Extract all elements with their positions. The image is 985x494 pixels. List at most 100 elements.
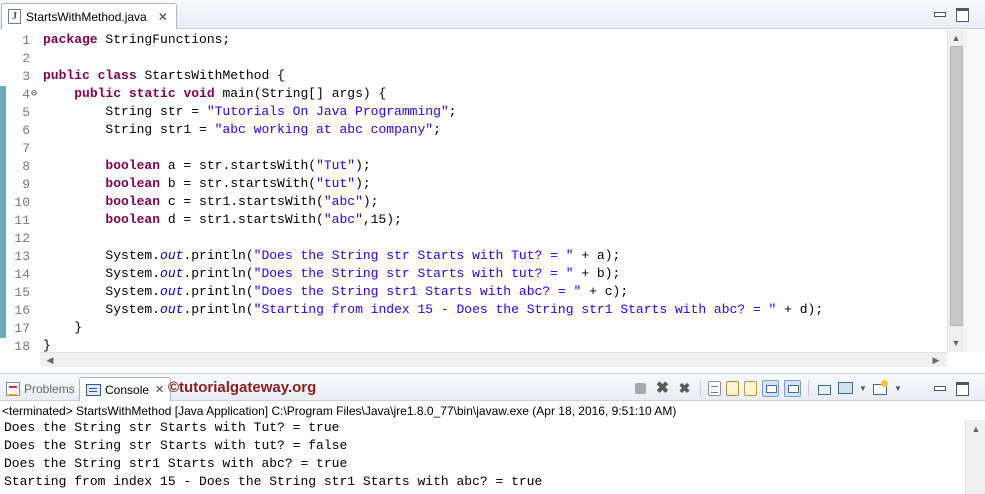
code-line[interactable]: System.out.println("Starting from index …	[43, 302, 823, 320]
code-editor[interactable]: 1 2 3 4 ⊖ 5 6 7 8 9 10 11 12 13 14 15 16 17 18 package Str…	[0, 30, 985, 367]
scroll-lock-button[interactable]	[726, 380, 739, 396]
open-console-button[interactable]	[872, 379, 889, 397]
overview-ruler[interactable]	[966, 30, 985, 352]
string-literal-token: "Does the String str1 Starts with abc? =…	[253, 284, 582, 299]
line-number: 6	[22, 123, 30, 138]
editor-maximize-button[interactable]	[955, 6, 969, 22]
scroll-left-arrow-icon[interactable]: ◀	[42, 353, 58, 367]
code-token: StringFunctions;	[97, 32, 231, 47]
scroll-up-arrow-icon[interactable]: ▲	[968, 422, 984, 436]
watermark-brand: ©tutorialgateway.org	[168, 379, 317, 396]
code-token: StartsWithMethod {	[136, 68, 285, 83]
chevron-down-icon[interactable]: ▼	[894, 380, 902, 397]
code-line[interactable]: System.out.println("Does the String str …	[43, 266, 620, 284]
console-minimize-button[interactable]	[932, 380, 946, 394]
line-number: 10	[14, 195, 30, 210]
code-token: ;	[448, 104, 457, 119]
code-line[interactable]: public class StartsWithMethod {	[43, 68, 285, 86]
line-number-ruler: 1 2 3 4 ⊖ 5 6 7 8 9 10 11 12 13 14 15 16 17 18	[0, 30, 41, 354]
line-number: 17	[14, 321, 30, 336]
code-line[interactable]: boolean d = str1.startsWith("abc",15);	[43, 212, 402, 230]
scroll-right-arrow-icon[interactable]: ▶	[928, 353, 944, 367]
console-vertical-scrollbar[interactable]: ▲	[965, 420, 985, 494]
scroll-down-arrow-icon[interactable]: ▼	[948, 336, 964, 350]
display-selected-console-button[interactable]	[837, 380, 854, 397]
code-token: );	[355, 176, 371, 191]
show-console-on-stderr-button[interactable]	[784, 379, 801, 397]
code-token: a = str.startsWith(	[160, 158, 317, 173]
string-literal-token: "Does the String str Starts with tut? = …	[253, 266, 574, 281]
tab-problems[interactable]: Problems	[0, 377, 81, 401]
clear-console-button[interactable]	[708, 380, 721, 396]
keyword-token: boolean	[105, 194, 161, 209]
code-token: System.	[43, 248, 161, 263]
code-line[interactable]: public static void main(String[] args) {	[43, 86, 386, 104]
code-line[interactable]: boolean a = str.startsWith("Tut");	[43, 158, 370, 176]
keyword-token: boolean	[105, 158, 161, 173]
string-literal-token: "Starting from index 15 - Does the Strin…	[253, 302, 777, 317]
remove-all-terminated-button[interactable]: ✖	[676, 380, 693, 397]
code-line[interactable]: String str1 = "abc working at abc compan…	[43, 122, 441, 140]
editor-tab-label: StartsWithMethod.java	[26, 9, 147, 24]
editor-horizontal-scrollbar[interactable]: ◀ ▶	[40, 352, 947, 367]
console-view-tab-bar: Problems Console ✕ ©tutorialgateway.org …	[0, 373, 985, 401]
string-literal-token: "abc working at abc company"	[214, 122, 434, 137]
code-line[interactable]: boolean c = str1.startsWith("abc");	[43, 194, 378, 212]
close-icon[interactable]: ✕	[155, 383, 164, 396]
scroll-up-arrow-icon[interactable]: ▲	[948, 31, 964, 45]
code-token: System.	[43, 284, 161, 299]
word-wrap-button[interactable]	[744, 380, 757, 396]
string-literal-token: "abc"	[323, 194, 363, 209]
show-console-on-stdout-button[interactable]	[762, 379, 779, 397]
console-output-line: Does the String str1 Starts with abc? = …	[4, 456, 348, 471]
tab-problems-label: Problems	[24, 382, 75, 396]
code-token: + a);	[573, 248, 621, 263]
terminate-button[interactable]	[635, 382, 646, 394]
code-line[interactable]: package StringFunctions;	[43, 32, 230, 50]
code-line[interactable]: System.out.println("Does the String str …	[43, 248, 620, 266]
line-number: 4	[22, 87, 30, 102]
editor-tab-startswithmethod[interactable]: J StartsWithMethod.java ✕	[1, 3, 177, 29]
code-token: String str =	[43, 104, 207, 119]
code-token: ;	[433, 122, 441, 137]
static-field-token: out	[160, 266, 184, 281]
line-number: 7	[22, 141, 30, 156]
editor-scroll-thumb[interactable]	[950, 46, 963, 326]
code-token: System.	[43, 302, 161, 317]
code-line[interactable]: }	[43, 320, 82, 338]
line-number: 1	[22, 33, 30, 48]
editor-minimize-button[interactable]	[932, 6, 946, 20]
code-line[interactable]: boolean b = str.startsWith("tut");	[43, 176, 371, 194]
editor-vertical-scrollbar[interactable]: ▲ ▼	[947, 30, 965, 352]
code-token: }	[43, 320, 83, 335]
code-line[interactable]: String str = "Tutorials On Java Programm…	[43, 104, 456, 122]
code-token: .println(	[183, 302, 254, 317]
code-token: main(String[] args) {	[214, 86, 387, 101]
line-number: 2	[22, 51, 30, 66]
keyword-token: class	[97, 68, 137, 83]
code-token: String str1 =	[43, 122, 215, 137]
string-literal-token: "Tutorials On Java Programming"	[206, 104, 449, 119]
code-token: ,15);	[362, 212, 402, 227]
console-output-line: Does the String str Starts with tut? = f…	[4, 438, 348, 453]
tab-console[interactable]: Console ✕	[79, 377, 172, 401]
remove-launch-button[interactable]: ✖	[654, 380, 671, 397]
close-icon[interactable]: ✕	[158, 10, 168, 24]
keyword-token: void	[183, 86, 215, 101]
code-line[interactable]: System.out.println("Does the String str1…	[43, 284, 628, 302]
line-number: 8	[22, 159, 30, 174]
console-output-line: Does the String str Starts with Tut? = t…	[4, 420, 340, 435]
code-token: + b);	[573, 266, 621, 281]
fold-collapse-icon[interactable]: ⊖	[31, 86, 41, 104]
line-number: 14	[14, 267, 30, 282]
editor-tab-bar: J StartsWithMethod.java ✕	[0, 0, 985, 29]
console-icon	[86, 383, 101, 396]
pin-console-button[interactable]	[816, 380, 832, 396]
code-token: b = str.startsWith(	[160, 176, 317, 191]
console-output[interactable]: Does the String str Starts with Tut? = t…	[0, 420, 965, 494]
console-maximize-button[interactable]	[955, 380, 969, 396]
line-number: 3	[22, 69, 30, 84]
chevron-down-icon[interactable]: ▼	[859, 380, 867, 397]
